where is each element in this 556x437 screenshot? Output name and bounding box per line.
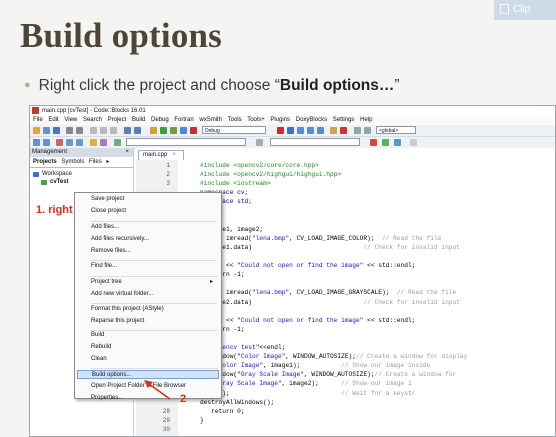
bullet-suffix: ”	[394, 77, 400, 94]
bullet-bold: Build options…	[279, 77, 395, 94]
clip-label: Clip	[513, 4, 531, 15]
clip-button[interactable]: Clip	[494, 0, 556, 20]
bullet-text: ● Right click the project and choose “Bui…	[24, 77, 400, 95]
clip-icon	[500, 4, 509, 14]
bullet-dot-icon: ●	[24, 79, 31, 91]
annotation-step-2: 2	[180, 393, 187, 405]
slide-title: Build options	[20, 16, 223, 55]
screenshot: main.cpp [cvTest] - Code::Blocks 16.01 F…	[29, 105, 556, 437]
arrow-icon	[144, 380, 171, 400]
bullet-prefix: Right click the project and choose “	[38, 77, 280, 94]
